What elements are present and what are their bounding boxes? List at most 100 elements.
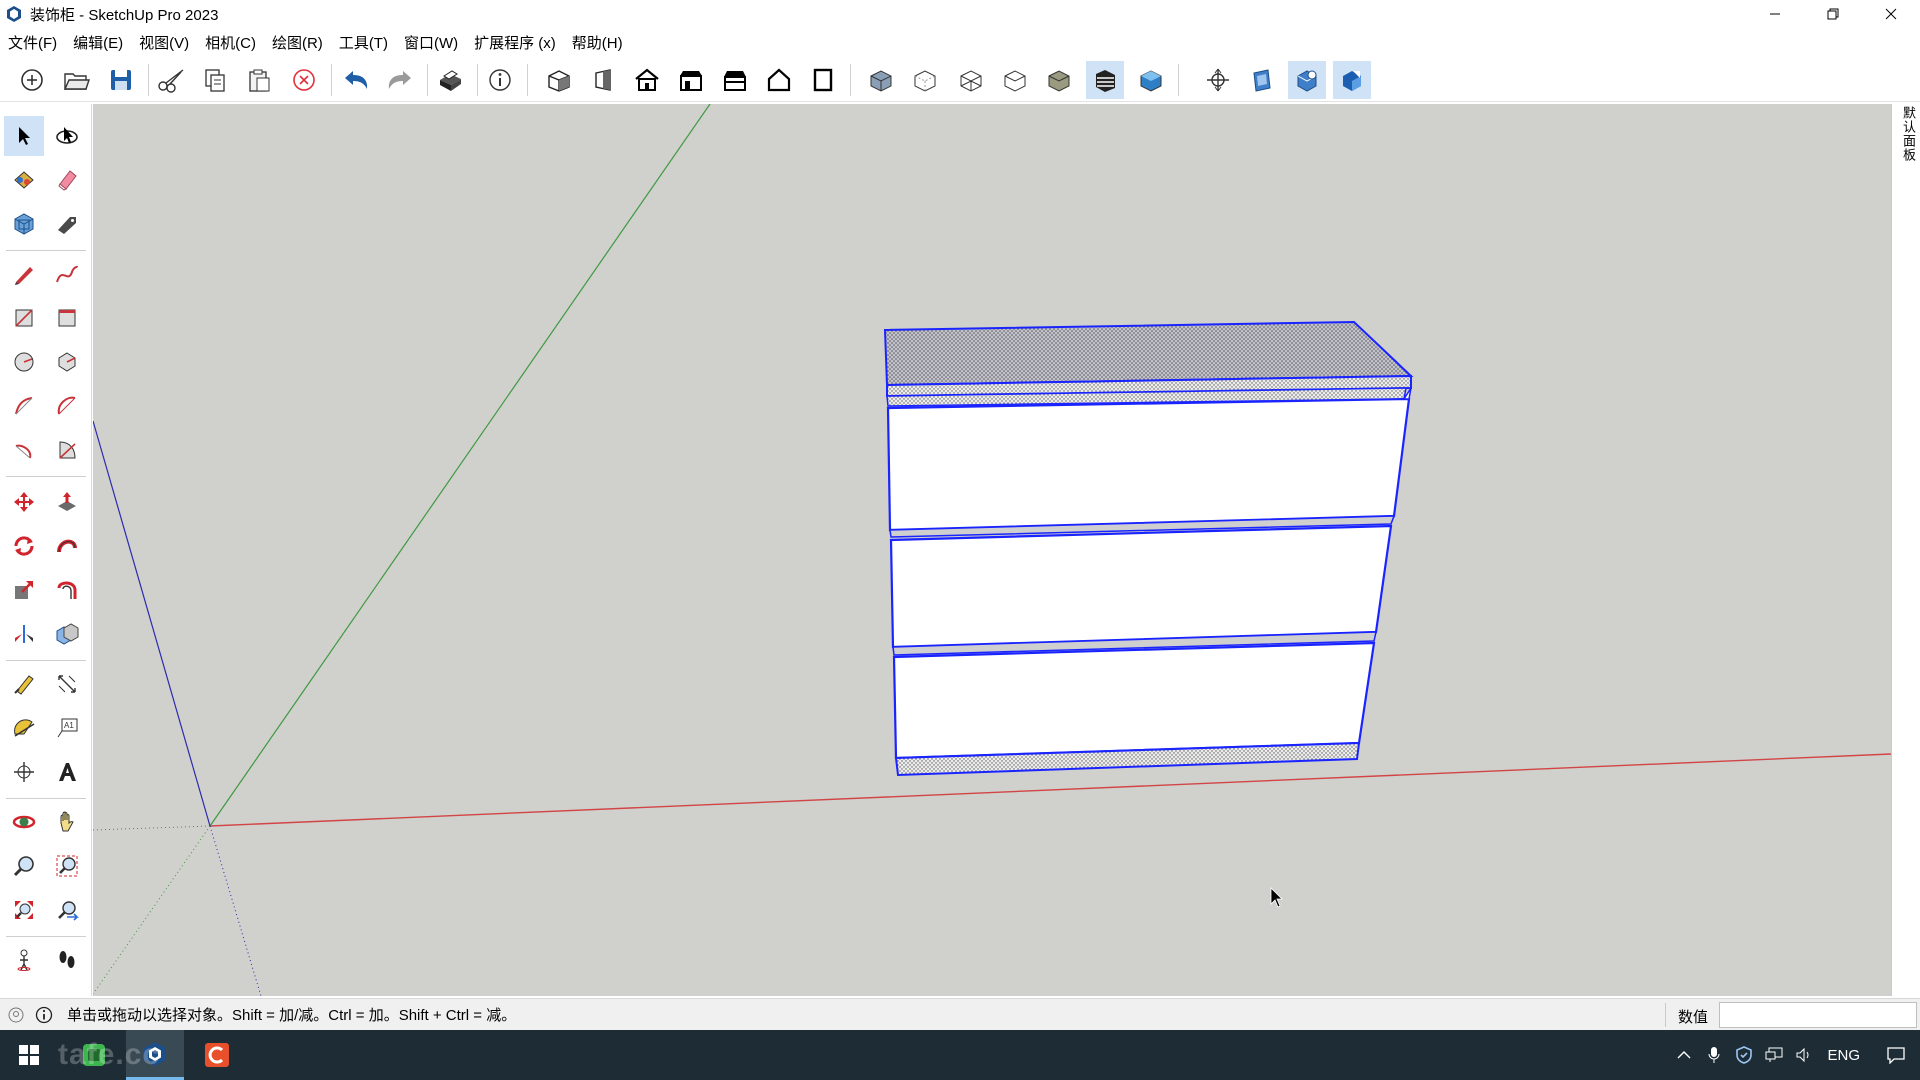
orbit-icon [12,815,36,829]
print-button[interactable] [431,61,469,99]
cut-icon [158,69,184,93]
paint-bucket-tool[interactable] [4,160,44,200]
shaded-button[interactable] [1040,61,1078,99]
tray-microphone[interactable] [1699,1030,1729,1080]
menu-window[interactable]: 窗口(W) [404,32,458,53]
select-tool[interactable] [4,116,44,156]
tray-overflow[interactable] [1669,1030,1699,1080]
right-view-button[interactable] [672,61,710,99]
move-tool[interactable] [4,482,44,522]
walk-tool[interactable] [47,940,87,980]
solid-tools-tool[interactable] [47,614,87,654]
display-section-cuts-button[interactable] [1288,61,1326,99]
tray-security[interactable] [1729,1030,1759,1080]
orbit-tool[interactable] [4,802,44,842]
viewport-canvas[interactable] [93,104,1891,996]
offset-tool[interactable] [47,570,87,610]
back-view-button[interactable] [716,61,754,99]
cut-button[interactable] [152,61,190,99]
protractor-tool[interactable] [4,708,44,748]
menu-extensions[interactable]: 扩展程序 (x) [474,32,556,53]
tray-network[interactable] [1759,1030,1789,1080]
position-camera-tool[interactable] [4,940,44,980]
top-view-button[interactable] [584,61,622,99]
make-component-tool[interactable] [4,204,44,244]
default-tray-tab[interactable]: 默认面板 [1897,106,1916,162]
tag-tool[interactable] [47,204,87,244]
start-button[interactable] [0,1030,58,1080]
taskbar-app-orange[interactable] [188,1030,246,1080]
model-info-button[interactable] [481,61,519,99]
pan-tool[interactable] [47,802,87,842]
zoom-extents-tool[interactable] [4,890,44,930]
monochrome-button[interactable] [1132,61,1170,99]
erase-selection-button[interactable] [285,61,323,99]
line-tool[interactable] [4,254,44,294]
push-pull-tool[interactable] [47,482,87,522]
menu-draw[interactable]: 绘图(R) [272,32,323,53]
iso-view-button[interactable] [540,61,578,99]
menu-help[interactable]: 帮助(H) [572,32,623,53]
flip-tool[interactable] [4,614,44,654]
menu-file[interactable]: 文件(F) [8,32,57,53]
previous-view-tool[interactable] [47,890,87,930]
display-section-fill-button[interactable] [1333,61,1371,99]
tape-measure-tool[interactable] [4,664,44,704]
left-view-button[interactable] [760,61,798,99]
info-icon[interactable] [35,1006,53,1024]
copy-button[interactable] [196,61,234,99]
minimize-button[interactable] [1746,0,1804,28]
follow-me-tool[interactable] [47,526,87,566]
measurements-input[interactable] [1719,1002,1917,1028]
rotated-rectangle-tool[interactable] [47,298,87,338]
pie-tool[interactable] [47,430,87,470]
rotate-tool[interactable] [4,526,44,566]
shaded-textures-button[interactable] [1086,61,1124,99]
input-language[interactable]: ENG [1827,1047,1860,1064]
close-button[interactable] [1862,0,1920,28]
zoom-window-tool[interactable] [47,846,87,886]
two-point-arc-tool[interactable] [47,386,87,426]
solid-tools-icon [56,623,79,645]
freehand-tool[interactable] [47,254,87,294]
paste-button[interactable] [240,61,278,99]
back-edges-button[interactable] [906,61,944,99]
status-hint-text: 单击或拖动以选择对象。Shift = 加/减。Ctrl = 加。Shift + … [67,1007,517,1024]
circle-tool[interactable] [4,342,44,382]
hidden-line-button[interactable] [996,61,1034,99]
menu-view[interactable]: 视图(V) [139,32,189,53]
bottom-view-button[interactable] [804,61,842,99]
polygon-tool[interactable] [47,342,87,382]
menu-camera[interactable]: 相机(C) [205,32,256,53]
section-plane-button[interactable] [1199,61,1237,99]
geo-location-icon[interactable] [7,1006,25,1024]
save-button[interactable] [102,61,140,99]
text-tool[interactable]: A1 [47,708,87,748]
undo-button[interactable] [337,61,375,99]
model-viewport[interactable] [93,104,1891,996]
redo-button[interactable] [381,61,419,99]
3d-text-tool[interactable] [47,752,87,792]
cabinet-model[interactable] [883,320,1414,777]
front-view-button[interactable] [628,61,666,99]
zoom-tool[interactable] [4,846,44,886]
menu-edit[interactable]: 编辑(E) [73,32,123,53]
display-section-planes-button[interactable] [1243,61,1281,99]
notification-center[interactable] [1872,1030,1920,1080]
restore-button[interactable] [1804,0,1862,28]
xray-button[interactable] [862,61,900,99]
new-button[interactable] [13,61,51,99]
arc-tool[interactable] [4,386,44,426]
eraser-tool[interactable] [47,160,87,200]
open-button[interactable] [57,61,95,99]
scale-tool[interactable] [4,570,44,610]
wireframe-button[interactable] [952,61,990,99]
dimension-tool[interactable] [47,664,87,704]
menu-tools[interactable]: 工具(T) [339,32,388,53]
rectangle-tool[interactable] [4,298,44,338]
three-point-arc-tool[interactable] [4,430,44,470]
blue-axis [93,420,211,827]
tray-volume[interactable] [1789,1030,1819,1080]
orbit-component-tool[interactable] [47,116,87,156]
axes-tool[interactable] [4,752,44,792]
